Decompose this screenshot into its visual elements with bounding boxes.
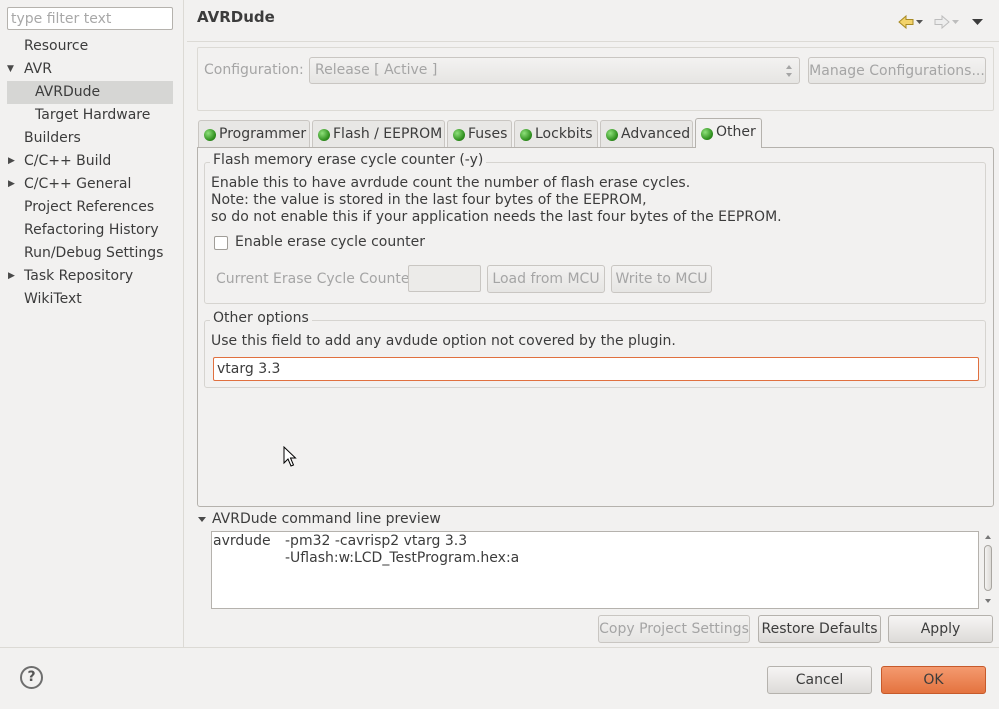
- scroll-down-icon: [985, 599, 991, 603]
- tab-advanced[interactable]: Advanced: [600, 120, 693, 147]
- tab-flash-eeprom[interactable]: Flash / EEPROM: [312, 120, 445, 147]
- command-args: -Uflash:w:LCD_TestProgram.hex:a: [285, 550, 520, 566]
- tree-item-label: WikiText: [24, 291, 82, 307]
- back-nav-button[interactable]: [897, 12, 927, 32]
- collapsed-arrow-icon[interactable]: ▶: [8, 265, 15, 288]
- status-dot-icon: [520, 129, 532, 141]
- tree-item-project-references[interactable]: Project References: [24, 196, 154, 219]
- manage-configurations-button[interactable]: Manage Configurations...: [808, 57, 986, 84]
- preview-scrollbar[interactable]: [982, 531, 994, 609]
- tree-item-cpp-general[interactable]: C/C++ General: [24, 173, 131, 196]
- tab-label: Advanced: [621, 126, 691, 142]
- write-to-mcu-button[interactable]: Write to MCU: [611, 265, 712, 293]
- restore-defaults-button[interactable]: Restore Defaults: [758, 615, 881, 643]
- apply-button[interactable]: Apply: [888, 615, 993, 643]
- tree-item-cpp-build[interactable]: C/C++ Build: [24, 150, 111, 173]
- tree-item-label: Task Repository: [24, 268, 134, 284]
- status-dot-icon: [453, 129, 465, 141]
- tab-label: Other: [716, 124, 756, 140]
- filter-input[interactable]: [7, 7, 173, 30]
- status-dot-icon: [701, 128, 713, 140]
- back-arrow-icon: [898, 14, 923, 30]
- tree-item-task-repository[interactable]: Task Repository: [24, 265, 133, 288]
- tree-item-label: Run/Debug Settings: [24, 245, 164, 261]
- chevron-down-icon: [972, 19, 983, 25]
- description-text: so do not enable this if your applicatio…: [211, 209, 782, 225]
- other-options-input[interactable]: [213, 357, 979, 381]
- collapsed-arrow-icon[interactable]: ▶: [8, 173, 15, 196]
- tree-item-label: AVR: [24, 61, 52, 77]
- command-preview-title: AVRDude command line preview: [212, 511, 441, 527]
- tab-label: Fuses: [468, 126, 508, 142]
- cancel-button[interactable]: Cancel: [767, 666, 872, 694]
- status-dot-icon: [204, 129, 216, 141]
- configuration-value: Release [ Active ]: [315, 62, 438, 78]
- description-text: Enable this to have avrdude count the nu…: [211, 175, 691, 191]
- status-dot-icon: [606, 129, 618, 141]
- description-text: Note: the value is stored in the last fo…: [211, 192, 647, 208]
- tree-item-label: C/C++ Build: [24, 153, 112, 169]
- command-args: -pm32 -cavrisp2 vtarg 3.3: [285, 533, 468, 549]
- erase-cycle-counter-field[interactable]: [408, 265, 481, 292]
- tree-item-label: AVRDude: [35, 84, 101, 100]
- tab-label: Flash / EEPROM: [333, 126, 443, 142]
- scroll-up-icon: [985, 535, 991, 539]
- tree-item-label: Target Hardware: [35, 107, 151, 123]
- configuration-label: Configuration:: [204, 62, 304, 78]
- tree-item-avrdude[interactable]: AVRDude: [7, 81, 173, 104]
- tree-item-refactoring-history[interactable]: Refactoring History: [24, 219, 159, 242]
- select-arrows-icon: [786, 65, 792, 77]
- description-text: Use this field to add any avdude option …: [211, 333, 676, 349]
- forward-nav-button[interactable]: [933, 12, 963, 32]
- tab-label: Programmer: [219, 126, 307, 142]
- copy-project-settings-button[interactable]: Copy Project Settings: [598, 615, 750, 643]
- enable-erase-cycle-checkbox[interactable]: [214, 236, 228, 250]
- ok-button[interactable]: OK: [881, 666, 986, 694]
- group-title: Flash memory erase cycle counter (-y): [210, 152, 487, 168]
- help-icon[interactable]: ?: [20, 666, 43, 689]
- tab-fuses[interactable]: Fuses: [447, 120, 512, 147]
- command-preview-box[interactable]: avrdude -pm32 -cavrisp2 vtarg 3.3 -Uflas…: [211, 531, 979, 609]
- group-title: Other options: [210, 310, 312, 326]
- collapsed-arrow-icon[interactable]: ▶: [8, 150, 15, 173]
- tree-item-avr[interactable]: AVR: [24, 58, 52, 81]
- tab-label: Lockbits: [535, 126, 593, 142]
- tree-item-run-debug-settings[interactable]: Run/Debug Settings: [24, 242, 163, 265]
- mouse-pointer-icon: [283, 446, 297, 467]
- tree-item-target-hardware[interactable]: Target Hardware: [35, 104, 150, 127]
- scrollbar-thumb[interactable]: [984, 545, 992, 591]
- tree-item-builders[interactable]: Builders: [24, 127, 81, 150]
- tab-lockbits[interactable]: Lockbits: [514, 120, 598, 147]
- tree-item-resource[interactable]: Resource: [24, 35, 88, 58]
- tree-item-wikitext[interactable]: WikiText: [24, 288, 82, 311]
- page-title: AVRDude: [197, 8, 275, 26]
- header-divider: [187, 41, 999, 42]
- load-from-mcu-button[interactable]: Load from MCU: [487, 265, 605, 293]
- checkbox-label: Enable erase cycle counter: [235, 234, 425, 250]
- tree-item-label: Builders: [24, 130, 81, 146]
- view-menu-button[interactable]: [969, 14, 987, 30]
- tab-programmer[interactable]: Programmer: [198, 120, 310, 147]
- counter-label: Current Erase Cycle Counter: [216, 271, 416, 287]
- status-dot-icon: [318, 129, 330, 141]
- tree-item-label: Project References: [24, 199, 155, 215]
- configuration-select[interactable]: Release [ Active ]: [309, 57, 800, 84]
- expanded-arrow-icon[interactable]: ▼: [7, 58, 14, 81]
- expanded-arrow-icon[interactable]: [197, 515, 207, 525]
- tab-other[interactable]: Other: [695, 118, 762, 148]
- command-name: avrdude: [213, 533, 271, 549]
- tree-item-label: Resource: [24, 38, 89, 54]
- tree-item-label: C/C++ General: [24, 176, 132, 192]
- forward-arrow-icon: [934, 14, 959, 30]
- tree-item-label: Refactoring History: [24, 222, 159, 238]
